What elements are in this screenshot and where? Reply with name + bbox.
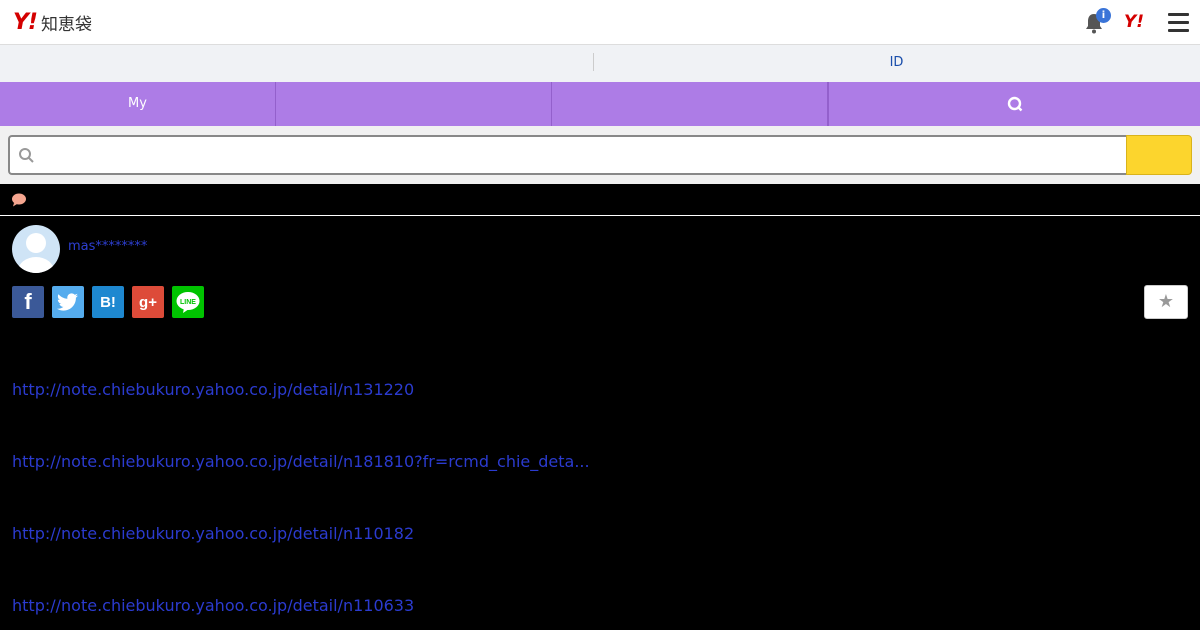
yahoo-logo-mark: Y! bbox=[13, 9, 38, 35]
note-link[interactable]: http://note.chiebukuro.yahoo.co.jp/detai… bbox=[12, 524, 414, 543]
avatar[interactable] bbox=[12, 225, 60, 273]
share-buttons: f B! g+ LINE bbox=[12, 286, 212, 318]
line-logo-icon: LINE bbox=[176, 292, 200, 313]
facebook-share-icon[interactable]: f bbox=[12, 286, 44, 318]
note-link[interactable]: http://note.chiebukuro.yahoo.co.jp/detai… bbox=[12, 596, 414, 615]
line-share-icon[interactable]: LINE bbox=[172, 286, 204, 318]
tab-2[interactable] bbox=[276, 82, 552, 126]
hatena-bookmark-icon[interactable]: B! bbox=[92, 286, 124, 318]
default-user-icon bbox=[18, 233, 54, 273]
twitter-share-icon[interactable] bbox=[52, 286, 84, 318]
main-nav: My bbox=[0, 82, 1200, 126]
tab-search[interactable] bbox=[828, 82, 1200, 126]
yahoo-id-link[interactable]: ID bbox=[593, 45, 1200, 82]
category-row bbox=[0, 184, 1200, 216]
line-logo-text: LINE bbox=[180, 299, 196, 306]
username-link[interactable]: mas******** bbox=[68, 239, 147, 254]
tab-3[interactable] bbox=[552, 82, 828, 126]
speech-bubble-icon bbox=[12, 193, 26, 207]
search-input[interactable] bbox=[40, 137, 1120, 173]
twitter-bird-icon bbox=[57, 293, 78, 311]
question-search-icon bbox=[1007, 96, 1022, 111]
yahoo-top-link[interactable]: Y! bbox=[1124, 12, 1144, 32]
google-plus-share-icon[interactable]: g+ bbox=[132, 286, 164, 318]
site-name: 知恵袋 bbox=[40, 14, 92, 35]
notification-badge: i bbox=[1096, 8, 1111, 23]
hamburger-menu-icon[interactable] bbox=[1168, 13, 1189, 32]
chiebukuro-logo[interactable]: Y! 知恵袋 bbox=[13, 9, 92, 35]
tab-my[interactable]: My bbox=[0, 82, 276, 126]
search-button[interactable] bbox=[1126, 135, 1192, 175]
search-icon bbox=[19, 148, 34, 163]
search-box bbox=[8, 135, 1126, 175]
note-link[interactable]: http://note.chiebukuro.yahoo.co.jp/detai… bbox=[12, 452, 590, 471]
top-header: Y! 知恵袋 i Y! bbox=[0, 0, 1200, 45]
search-row bbox=[0, 126, 1200, 184]
note-link[interactable]: http://note.chiebukuro.yahoo.co.jp/detai… bbox=[12, 380, 414, 399]
favorite-star-button[interactable]: ★ bbox=[1144, 285, 1188, 319]
id-bar: ID bbox=[0, 45, 1200, 82]
